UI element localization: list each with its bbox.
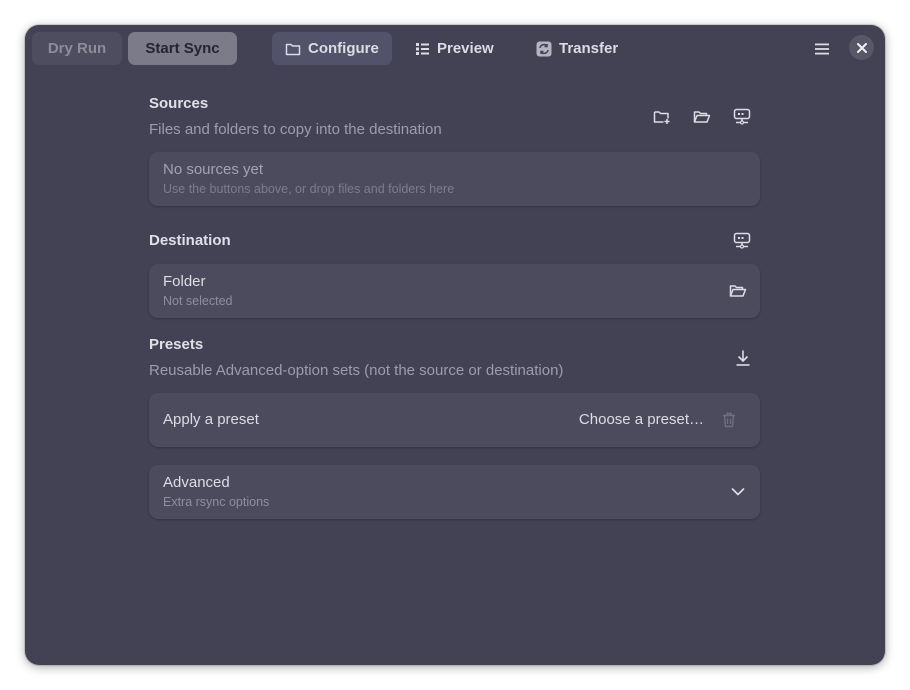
tab-preview-label: Preview [437,40,494,57]
advanced-subtitle: Extra rsync options [163,495,270,509]
chevron-down-icon[interactable] [726,480,750,504]
remote-server-icon[interactable] [730,105,754,129]
apply-preset-label: Apply a preset [163,411,259,428]
download-icon[interactable] [731,346,755,370]
sources-subtitle: Files and folders to copy into the desti… [149,121,442,138]
sources-title: Sources [149,95,209,112]
destination-folder-row[interactable]: Folder Not selected [149,264,760,318]
list-icon [415,42,430,56]
tab-configure[interactable]: Configure [272,32,392,65]
advanced-title: Advanced [163,474,230,491]
dry-run-button[interactable]: Dry Run [32,32,122,65]
close-icon[interactable] [849,35,874,60]
apply-preset-row[interactable]: Apply a preset Choose a preset… [149,393,760,447]
app-window: Dry Run Start Sync Configure Preview Tra… [25,25,885,665]
presets-subtitle: Reusable Advanced-option sets (not the s… [149,362,564,379]
open-folder-icon[interactable] [690,105,714,129]
presets-title: Presets [149,336,204,353]
destination-title: Destination [149,232,231,249]
destination-row-title: Folder [163,273,206,290]
sources-empty-hint: Use the buttons above, or drop files and… [163,182,455,196]
sources-drop-zone[interactable]: No sources yet Use the buttons above, or… [149,152,760,206]
remote-server-icon[interactable] [730,229,754,253]
tab-transfer-label: Transfer [559,40,619,57]
destination-row-value: Not selected [163,294,233,308]
start-sync-button[interactable]: Start Sync [128,32,237,65]
sync-icon [536,41,552,57]
preset-dropdown[interactable]: Choose a preset… [579,411,704,428]
open-folder-icon[interactable] [726,279,750,303]
hamburger-menu-icon[interactable] [811,38,833,60]
add-folder-icon[interactable] [650,105,674,129]
advanced-expander[interactable]: Advanced Extra rsync options [149,465,760,519]
tab-preview[interactable]: Preview [402,32,507,65]
trash-icon[interactable] [717,408,741,432]
sources-empty-title: No sources yet [163,161,264,178]
folder-icon [285,42,301,56]
tab-configure-label: Configure [308,40,379,57]
tab-transfer[interactable]: Transfer [523,32,631,65]
